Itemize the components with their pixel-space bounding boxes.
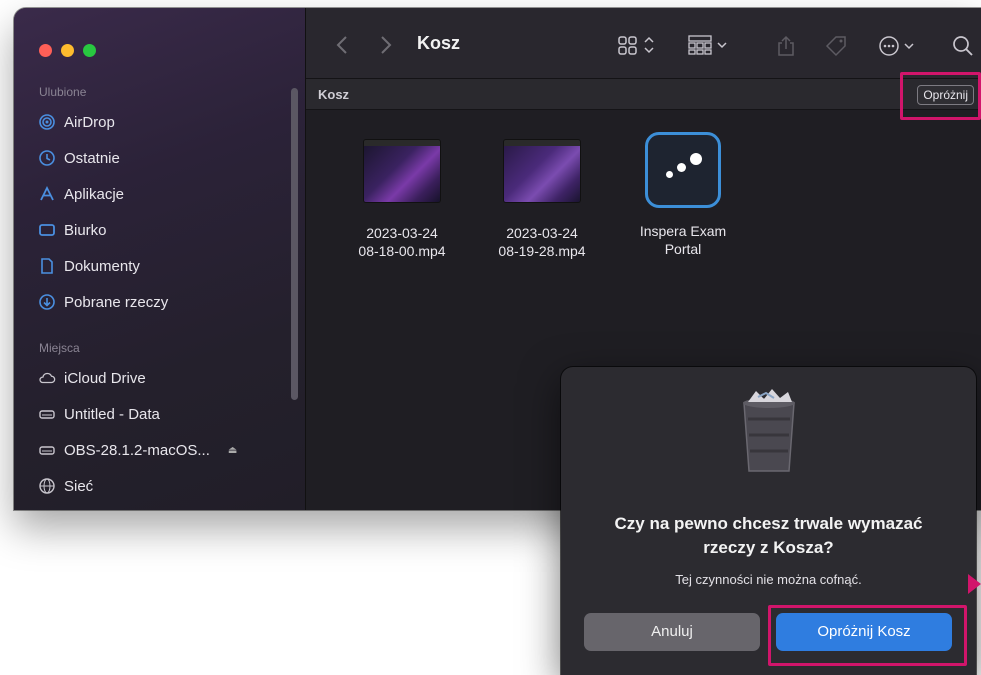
sidebar-item-label: OBS-28.1.2-macOS... — [64, 441, 210, 459]
sidebar-scrollbar[interactable] — [291, 88, 298, 400]
path-bar-label: Kosz — [318, 87, 350, 102]
sidebar-item-label: Aplikacje — [64, 185, 125, 203]
sidebar-item-documents[interactable]: Dokumenty — [38, 255, 140, 277]
sidebar-item-label: Dokumenty — [64, 257, 140, 275]
eject-icon[interactable]: ⏏ — [228, 445, 237, 456]
clock-icon — [38, 149, 56, 167]
sidebar-item-label: Untitled - Data — [64, 405, 160, 423]
close-window-button[interactable] — [39, 44, 52, 57]
sidebar-item-label: Pobrane rzeczy — [64, 293, 169, 311]
sidebar-item-icloud[interactable]: iCloud Drive — [38, 367, 146, 389]
video-thumbnail — [364, 140, 440, 202]
file-name-line1: 2023-03-24 — [506, 225, 578, 241]
sidebar-item-label: Ostatnie — [64, 149, 120, 167]
file-item[interactable]: 2023-03-24 08-18-00.mp4 — [342, 140, 462, 260]
video-thumbnail — [504, 140, 580, 202]
sidebar-item-obs-volume[interactable]: OBS-28.1.2-macOS... ⏏ — [38, 439, 237, 461]
more-actions-icon[interactable] — [878, 35, 918, 62]
download-icon — [38, 293, 56, 311]
sidebar-item-recents[interactable]: Ostatnie — [38, 147, 120, 169]
disk-icon — [38, 405, 56, 423]
dialog-title-line1: Czy na pewno chcesz trwale wymazać — [614, 514, 923, 533]
zoom-window-button[interactable] — [83, 44, 96, 57]
sidebar-item-label: AirDrop — [64, 113, 115, 131]
file-name-line2: 08-18-00.mp4 — [358, 243, 446, 259]
sidebar-section-places: Miejsca — [39, 341, 80, 355]
minimize-window-button[interactable] — [61, 44, 74, 57]
airdrop-icon — [38, 113, 56, 131]
share-icon[interactable] — [776, 35, 796, 62]
sidebar-item-applications[interactable]: Aplikacje — [38, 183, 124, 205]
network-icon — [38, 477, 56, 495]
sidebar-item-airdrop[interactable]: AirDrop — [38, 111, 115, 133]
forward-icon[interactable] — [380, 35, 392, 60]
sidebar-section-favorites: Ulubione — [39, 85, 87, 99]
sidebar-item-downloads[interactable]: Pobrane rzeczy — [38, 291, 168, 313]
disk-icon — [38, 441, 56, 459]
sidebar-item-network[interactable]: Sieć — [38, 475, 93, 497]
search-icon[interactable] — [952, 35, 974, 62]
sidebar-item-label: Biurko — [64, 221, 107, 239]
dialog-title: Czy na pewno chcesz trwale wymazać rzecz… — [581, 512, 956, 560]
icon-view-icon[interactable] — [618, 35, 656, 60]
group-view-icon[interactable] — [688, 35, 732, 60]
file-name-line1: 2023-03-24 — [366, 225, 438, 241]
trash-full-icon — [734, 389, 804, 475]
window-title: Kosz — [417, 33, 461, 53]
toolbar: Kosz — [306, 8, 981, 79]
path-bar: Kosz Opróżnij — [306, 79, 981, 110]
back-icon[interactable] — [336, 35, 348, 60]
desktop-icon — [38, 221, 56, 239]
dialog-title-line2: rzeczy z Kosza? — [703, 538, 834, 557]
sidebar-item-desktop[interactable]: Biurko — [38, 219, 107, 241]
sidebar-item-label: iCloud Drive — [64, 369, 146, 387]
cancel-button[interactable]: Anuluj — [584, 613, 760, 651]
file-item[interactable]: Inspera Exam Portal — [623, 132, 743, 258]
sidebar-item-label: Sieć — [64, 477, 94, 495]
highlight-confirm-button — [768, 605, 967, 666]
document-icon — [38, 257, 56, 275]
sidebar: Ulubione AirDrop Ostatnie Aplikacje Biur… — [14, 8, 306, 510]
apps-icon — [38, 185, 56, 203]
file-name-line2: 08-19-28.mp4 — [498, 243, 586, 259]
dialog-message: Tej czynności nie można cofnąć. — [675, 572, 862, 587]
pointer-arrow-icon — [968, 574, 981, 594]
file-item[interactable]: 2023-03-24 08-19-28.mp4 — [482, 140, 602, 260]
cloud-icon — [38, 369, 56, 387]
inspera-app-icon — [645, 132, 721, 208]
window-controls — [39, 44, 96, 57]
file-name-line2: Portal — [664, 241, 702, 257]
sidebar-item-untitled-data[interactable]: Untitled - Data — [38, 403, 160, 425]
file-name-line1: Inspera Exam — [639, 223, 727, 239]
tag-icon[interactable] — [824, 35, 848, 62]
highlight-empty-button — [900, 72, 981, 120]
